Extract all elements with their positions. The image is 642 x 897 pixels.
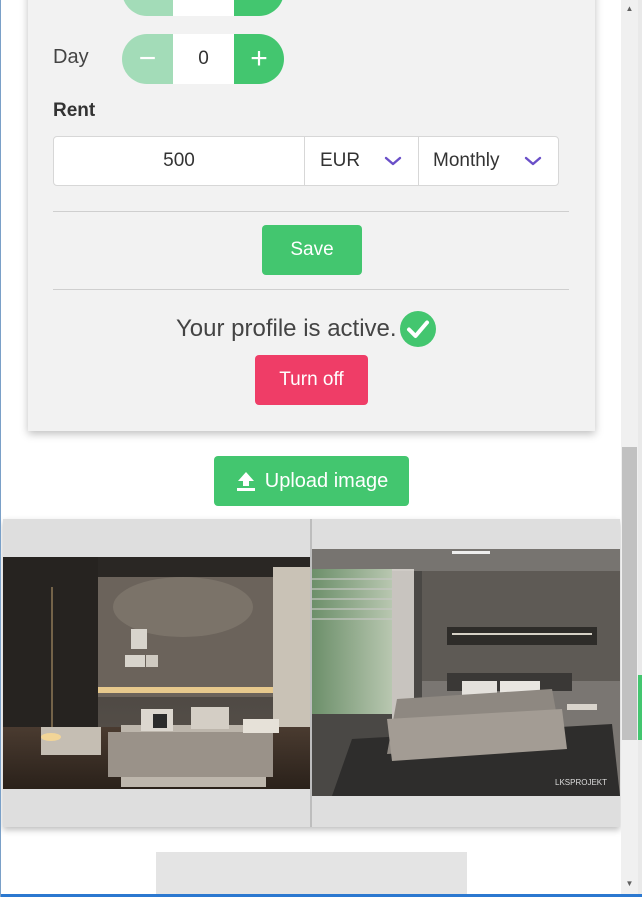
scroll-up-arrow-icon[interactable]: ▲ <box>621 0 638 17</box>
divider <box>53 211 569 212</box>
divider <box>53 289 569 290</box>
day-label: Day <box>53 46 89 68</box>
rent-amount-input[interactable]: 500 <box>54 137 305 185</box>
window-edge <box>638 0 642 897</box>
page-viewport: − + Day − 0 + Rent 500 EUR Monthly <box>1 0 621 897</box>
chevron-down-icon <box>524 156 542 166</box>
day-stepper: − 0 + <box>122 34 284 84</box>
profile-status: Your profile is active. <box>176 310 437 348</box>
top-stepper-value[interactable] <box>173 0 234 16</box>
top-increment-button[interactable]: + <box>234 0 284 16</box>
day-value-input[interactable]: 0 <box>173 34 234 84</box>
rent-input-group: 500 EUR Monthly <box>53 136 559 186</box>
scroll-down-arrow-icon[interactable]: ▼ <box>621 875 638 892</box>
bedroom-photo-1 <box>3 557 310 789</box>
upload-image-button[interactable]: Upload image <box>214 456 409 506</box>
period-value: Monthly <box>433 150 500 171</box>
upload-icon <box>236 472 255 491</box>
currency-select[interactable]: EUR <box>305 137 419 185</box>
top-stepper: − + <box>122 0 284 16</box>
image-gallery: LKSPROJEKT <box>3 519 620 827</box>
check-circle-icon <box>399 311 436 347</box>
rent-label: Rent <box>53 100 96 121</box>
profile-status-text: Your profile is active. <box>176 315 397 342</box>
currency-value: EUR <box>320 150 361 171</box>
vertical-scrollbar[interactable]: ▲ ▼ <box>621 0 638 897</box>
bedroom-photo-2: LKSPROJEKT <box>312 549 620 796</box>
turn-off-button[interactable]: Turn off <box>255 355 368 405</box>
side-panel-sliver <box>638 675 642 740</box>
day-decrement-button[interactable]: − <box>122 34 173 84</box>
upload-image-label: Upload image <box>264 469 389 492</box>
top-decrement-button[interactable]: − <box>122 0 173 16</box>
scrollbar-thumb[interactable] <box>622 447 637 740</box>
gallery-image-2[interactable]: LKSPROJEKT <box>312 549 620 796</box>
next-card-placeholder <box>156 852 467 897</box>
svg-text:LKSPROJEKT: LKSPROJEKT <box>555 778 607 787</box>
gallery-image-1[interactable] <box>3 557 310 789</box>
profile-settings-card: − + Day − 0 + Rent 500 EUR Monthly <box>28 0 595 431</box>
period-select[interactable]: Monthly <box>419 137 558 185</box>
day-increment-button[interactable]: + <box>234 34 284 84</box>
chevron-down-icon <box>384 156 402 166</box>
save-button[interactable]: Save <box>262 225 362 275</box>
